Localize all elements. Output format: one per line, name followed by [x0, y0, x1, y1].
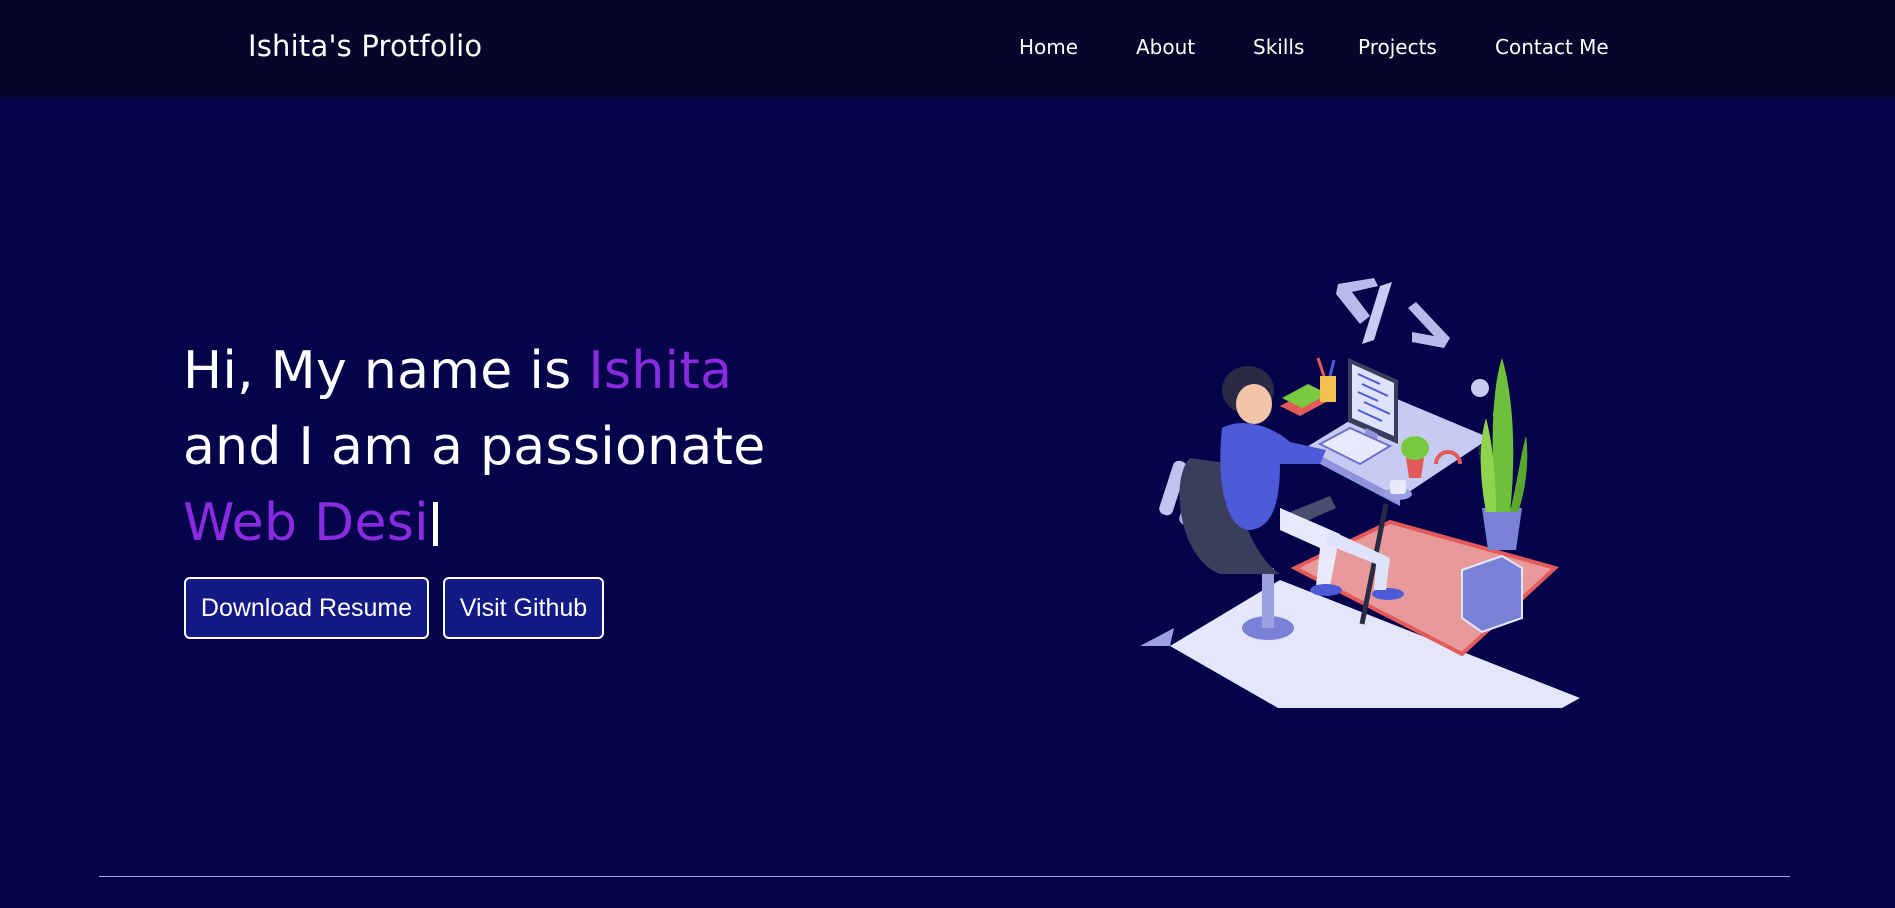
- big-plant: [1492, 358, 1514, 512]
- section-divider: [99, 876, 1790, 877]
- hero-subline: and I am a passionate: [183, 417, 766, 477]
- person-face: [1236, 384, 1272, 424]
- typed-role-text: Web Desi: [183, 493, 429, 553]
- brand-title[interactable]: Ishita's Protfolio: [248, 26, 482, 66]
- pencil: [1316, 357, 1326, 377]
- download-resume-button[interactable]: Download Resume: [184, 577, 429, 639]
- person-shoe: [1310, 584, 1342, 596]
- small-plant: [1401, 436, 1429, 460]
- trash-bin: [1461, 554, 1523, 634]
- chair-stem: [1262, 568, 1274, 628]
- floor-edge: [1140, 628, 1174, 646]
- nav-item-skills[interactable]: Skills: [1253, 33, 1304, 61]
- pencil: [1328, 359, 1336, 377]
- typing-cursor: [432, 502, 438, 546]
- floating-dot: [1471, 379, 1489, 397]
- small-pot: [1406, 458, 1424, 478]
- nav-item-projects[interactable]: Projects: [1358, 33, 1437, 61]
- hero-name: Ishita: [588, 341, 733, 401]
- developer-desk-illustration: [1140, 278, 1580, 708]
- hero-typed-line: Web Desi: [183, 488, 438, 558]
- code-symbol-icon: [1336, 278, 1450, 348]
- nav-item-home[interactable]: Home: [1019, 33, 1078, 61]
- pencil-cup: [1320, 376, 1336, 402]
- nav-item-about[interactable]: About: [1136, 33, 1195, 61]
- visit-github-button[interactable]: Visit Github: [443, 577, 604, 639]
- hero-greeting: Hi, My name is Ishita: [183, 336, 732, 406]
- top-navbar: Ishita's Protfolio Home About Skills Pro…: [0, 0, 1895, 97]
- hero-greeting-prefix: Hi, My name is: [183, 341, 589, 401]
- coffee-cup: [1390, 480, 1406, 494]
- big-pot: [1482, 508, 1522, 550]
- nav-item-contact[interactable]: Contact Me: [1495, 33, 1609, 61]
